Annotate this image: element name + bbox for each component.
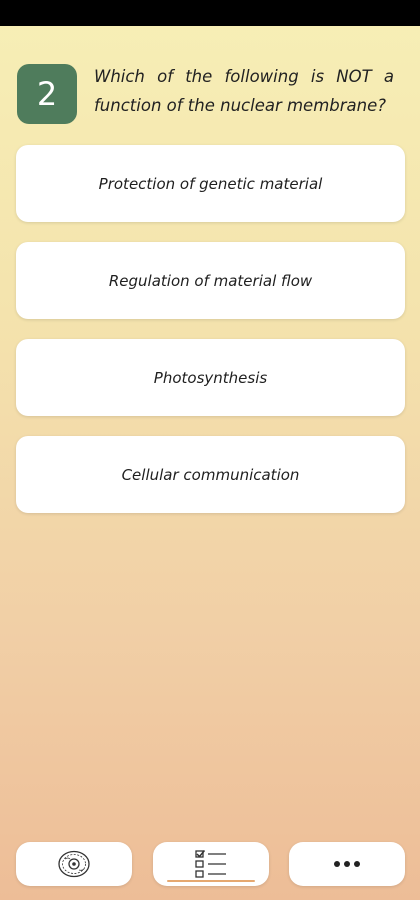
bottom-nav [16, 842, 406, 886]
answer-option-3[interactable]: Photosynthesis [16, 339, 405, 416]
question-text: Which of the following is NOT a function… [94, 67, 394, 115]
checklist-nav-button[interactable] [153, 842, 269, 886]
status-bar [0, 0, 420, 26]
cell-nav-button[interactable] [16, 842, 132, 886]
question-number-badge: 2 [17, 64, 77, 124]
answer-option-4[interactable]: Cellular communication [16, 436, 405, 513]
answer-list: Protection of genetic material Regulatio… [16, 145, 405, 533]
checklist-icon [195, 850, 226, 878]
more-dots-icon [334, 861, 360, 867]
cell-icon [58, 850, 90, 878]
answer-option-1[interactable]: Protection of genetic material [16, 145, 405, 222]
active-tab-indicator [167, 880, 255, 882]
answer-option-2[interactable]: Regulation of material flow [16, 242, 405, 319]
more-nav-button[interactable] [289, 842, 405, 886]
